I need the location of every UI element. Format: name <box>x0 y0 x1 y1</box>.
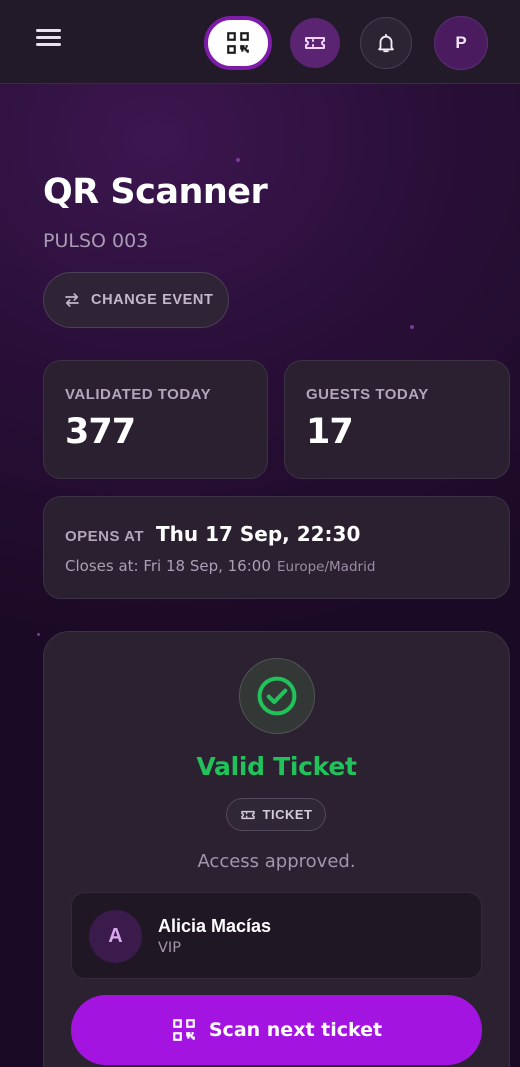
closes-at-text: Closes at: Fri 18 Sep, 16:00 <box>65 557 271 575</box>
scan-result-card: Valid Ticket TICKET Access approved. A A… <box>43 631 510 1067</box>
user-avatar[interactable]: P <box>434 16 488 70</box>
timezone-text: Europe/Madrid <box>277 559 376 575</box>
guest-tier: VIP <box>158 940 181 956</box>
decorative-dot <box>410 325 414 329</box>
decorative-dot <box>37 633 40 636</box>
access-message: Access approved. <box>197 851 356 872</box>
hamburger-menu-icon[interactable] <box>36 29 62 49</box>
guest-name: Alicia Macías <box>158 916 272 936</box>
top-bar: P <box>0 0 520 84</box>
guest-avatar: A <box>89 910 142 963</box>
opens-at-value: Thu 17 Sep, 22:30 <box>156 522 361 546</box>
guests-today-label: GUESTS TODAY <box>306 386 429 403</box>
validated-today-label: VALIDATED TODAY <box>65 386 212 403</box>
change-event-button[interactable]: CHANGE EVENT <box>43 272 229 328</box>
qr-code-icon <box>173 1019 195 1041</box>
validated-today-card: VALIDATED TODAY 377 <box>43 360 268 479</box>
swap-arrows-icon <box>65 293 79 307</box>
ticket-type-badge: TICKET <box>226 798 326 831</box>
notifications-button[interactable] <box>360 17 412 69</box>
tickets-nav-button[interactable] <box>290 18 340 68</box>
ticket-type-label: TICKET <box>262 807 313 822</box>
status-title: Valid Ticket <box>196 752 357 781</box>
decorative-dot <box>236 158 240 162</box>
guest-info-row: A Alicia Macías VIP <box>71 892 482 979</box>
change-event-label: CHANGE EVENT <box>91 292 214 308</box>
guests-today-card: GUESTS TODAY 17 <box>284 360 510 479</box>
bell-icon <box>378 33 394 53</box>
guests-today-value: 17 <box>306 412 354 452</box>
event-name: PULSO 003 <box>43 230 149 252</box>
ticket-icon <box>305 37 325 49</box>
status-icon-badge <box>239 658 315 734</box>
validated-today-value: 377 <box>65 412 136 452</box>
scan-next-ticket-label: Scan next ticket <box>208 1019 383 1041</box>
qr-scanner-nav-button[interactable] <box>204 16 272 70</box>
scan-next-ticket-button[interactable]: Scan next ticket <box>71 995 482 1065</box>
page-title: QR Scanner <box>43 172 268 212</box>
opens-at-label: OPENS AT <box>65 528 145 545</box>
event-schedule-card: OPENS AT Thu 17 Sep, 22:30 Closes at: Fr… <box>43 496 510 599</box>
qr-code-icon <box>227 32 249 54</box>
check-circle-icon <box>257 676 297 716</box>
ticket-icon <box>240 810 255 819</box>
